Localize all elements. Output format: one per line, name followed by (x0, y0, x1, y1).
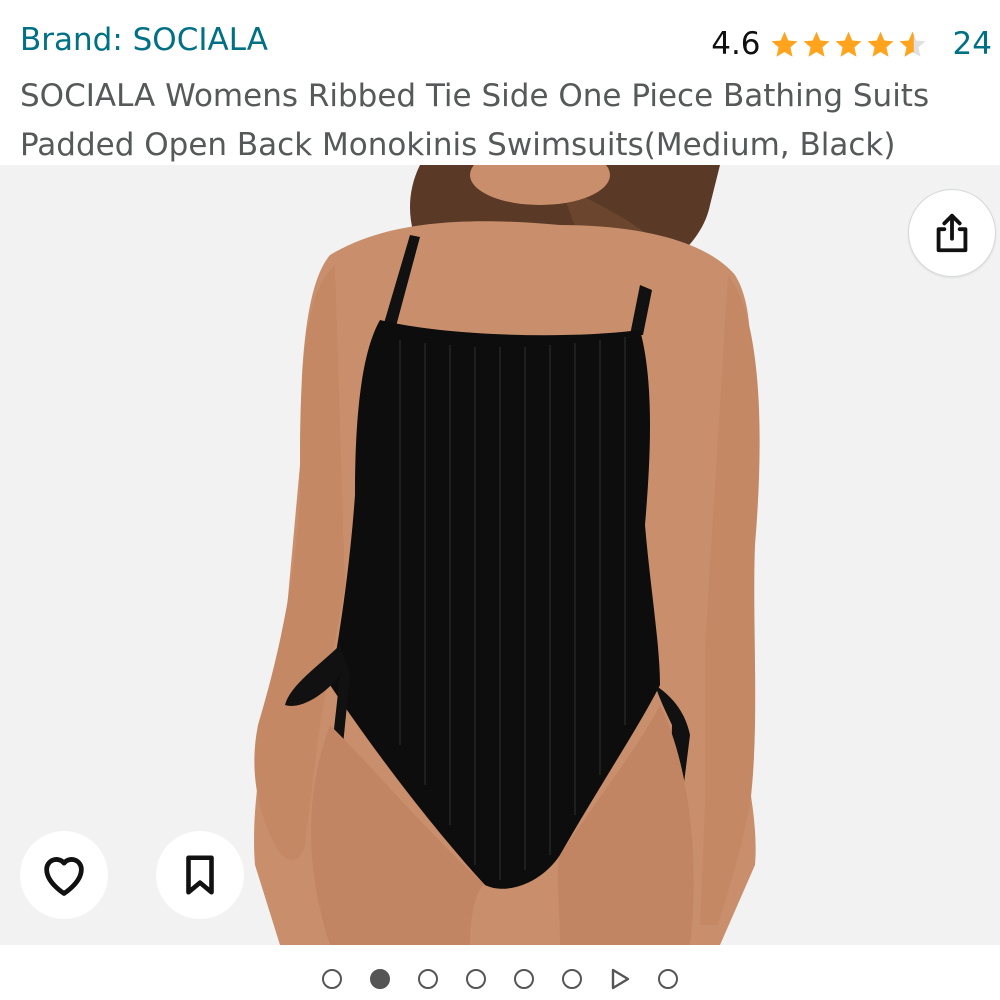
product-title: SOCIALA Womens Ribbed Tie Side One Piece… (20, 78, 930, 163)
heart-icon (44, 857, 84, 896)
pagination-dot[interactable] (658, 969, 678, 989)
rating-count: 24 (952, 26, 992, 62)
rating-summary[interactable]: 4.6 24 (711, 22, 992, 66)
rating-value: 4.6 (711, 26, 761, 62)
wishlist-button[interactable] (20, 831, 108, 919)
star-icon (803, 31, 829, 57)
star-icon (835, 31, 861, 57)
pagination-dot[interactable] (322, 969, 342, 989)
gallery-pagination (0, 958, 1000, 1000)
product-header: Brand: SOCIALA 4.6 24 SOCIALA Womens Rib… (0, 0, 1000, 165)
video-play-icon[interactable] (608, 967, 632, 991)
product-photo[interactable] (0, 165, 1000, 945)
star-icon (771, 31, 797, 57)
share-button[interactable] (908, 189, 996, 277)
half-star-icon (899, 31, 925, 57)
star-icon (867, 31, 893, 57)
star-rating (769, 29, 929, 60)
pagination-dot[interactable] (562, 969, 582, 989)
pagination-dot-active[interactable] (370, 969, 390, 989)
share-icon (936, 213, 968, 253)
brand-link[interactable]: Brand: SOCIALA (20, 22, 268, 58)
bookmark-icon (186, 855, 214, 895)
pagination-dot[interactable] (514, 969, 534, 989)
product-image-gallery[interactable] (0, 165, 1000, 945)
pagination-dot[interactable] (418, 969, 438, 989)
pagination-dot[interactable] (466, 969, 486, 989)
save-button[interactable] (156, 831, 244, 919)
